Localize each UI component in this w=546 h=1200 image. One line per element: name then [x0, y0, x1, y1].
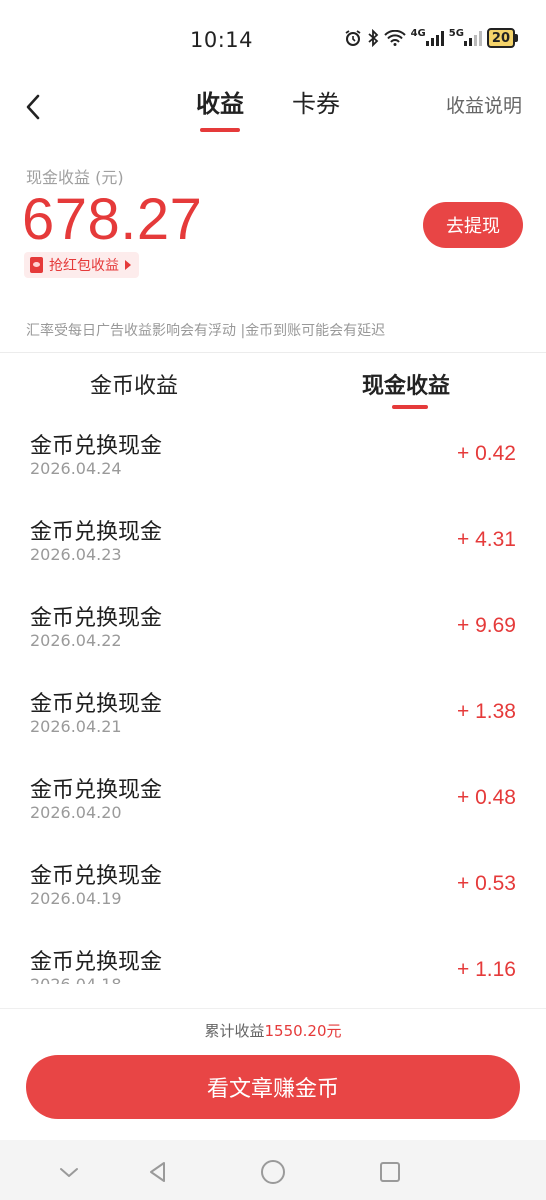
- record-date: 2026.04.19: [30, 889, 122, 908]
- status-time: 10:14: [190, 28, 254, 52]
- active-tab-indicator: [200, 128, 240, 132]
- red-packet-label: 抢红包收益: [49, 258, 119, 274]
- cellular-signal-2-icon: 5G: [448, 27, 482, 46]
- divider: [0, 352, 546, 353]
- subtab-coin-earnings[interactable]: 金币收益: [90, 368, 178, 400]
- triangle-back-icon: [150, 1162, 165, 1182]
- total-earnings: 累计收益1550.20元: [0, 1020, 546, 1041]
- record-title: 金币兑换现金: [30, 778, 163, 803]
- record-title: 金币兑换现金: [30, 434, 163, 459]
- record-amount: + 1.16: [457, 958, 516, 981]
- record-date: 2026.04.20: [30, 803, 122, 822]
- record-title: 金币兑换现金: [30, 692, 163, 717]
- earnings-record-list[interactable]: 金币兑换现金 2026.04.24 + 0.42 金币兑换现金 2026.04.…: [0, 412, 546, 984]
- record-title: 金币兑换现金: [30, 950, 163, 975]
- record-amount: + 0.42: [457, 442, 516, 465]
- battery-icon: 20: [486, 28, 518, 48]
- earnings-help-link[interactable]: 收益说明: [446, 91, 522, 118]
- nav-back-button[interactable]: [144, 1158, 172, 1186]
- exchange-rate-notice: 汇率受每日广告收益影响会有浮动 |金币到账可能会有延迟: [26, 323, 386, 339]
- read-articles-earn-coins-button[interactable]: 看文章赚金币: [26, 1055, 520, 1119]
- list-item: 金币兑换现金 2026.04.21 + 1.38: [0, 670, 546, 756]
- red-packet-icon: [30, 257, 43, 273]
- list-item: 金币兑换现金 2026.04.22 + 9.69: [0, 584, 546, 670]
- withdraw-button[interactable]: 去提现: [423, 202, 523, 248]
- record-date: 2026.04.22: [30, 631, 122, 650]
- cash-earnings-label: 现金收益 (元): [26, 168, 124, 187]
- tab-earnings[interactable]: 收益: [196, 84, 244, 119]
- record-date: 2026.04.21: [30, 717, 122, 736]
- back-button[interactable]: [18, 86, 48, 126]
- footer-divider: [0, 1008, 546, 1009]
- total-earnings-value: 1550.20元: [264, 1022, 342, 1040]
- list-item: 金币兑换现金 2026.04.18 + 1.16: [0, 928, 546, 984]
- bluetooth-icon: [367, 29, 379, 47]
- red-packet-earnings-link[interactable]: 抢红包收益: [24, 252, 139, 278]
- caret-right-icon: [125, 260, 131, 270]
- active-subtab-indicator: [392, 405, 428, 409]
- record-date: 2026.04.18: [30, 975, 122, 984]
- nav-recents-button[interactable]: [376, 1158, 404, 1186]
- list-item: 金币兑换现金 2026.04.20 + 0.48: [0, 756, 546, 842]
- status-icons: 4G 5G 20: [344, 28, 518, 48]
- battery-level: 20: [486, 28, 515, 48]
- network-type-2: 5G: [448, 27, 464, 39]
- record-amount: + 0.53: [457, 872, 516, 895]
- record-title: 金币兑换现金: [30, 520, 163, 545]
- record-amount: + 9.69: [457, 614, 516, 637]
- wifi-icon: [383, 30, 406, 46]
- nav-home-button[interactable]: [259, 1158, 287, 1186]
- total-earnings-label: 累计收益: [204, 1022, 265, 1040]
- nav-collapse-button[interactable]: [55, 1158, 83, 1186]
- square-recents-icon: [380, 1162, 400, 1182]
- status-bar: 10:14 4G 5G 20: [0, 0, 546, 80]
- circle-home-icon: [261, 1160, 285, 1184]
- tab-coupons[interactable]: 卡券: [292, 84, 340, 119]
- chevron-down-icon: [60, 1168, 78, 1177]
- cellular-signal-1-icon: 4G: [410, 27, 444, 46]
- alarm-icon: [344, 29, 362, 47]
- record-date: 2026.04.23: [30, 545, 122, 564]
- chevron-left-icon: [26, 94, 40, 120]
- record-amount: + 4.31: [457, 528, 516, 551]
- record-title: 金币兑换现金: [30, 606, 163, 631]
- record-date: 2026.04.24: [30, 459, 122, 478]
- network-type-1: 4G: [410, 27, 426, 39]
- header: 收益 卡券 收益说明: [0, 80, 546, 140]
- system-navigation-bar: [0, 1140, 546, 1200]
- record-title: 金币兑换现金: [30, 864, 163, 889]
- list-item: 金币兑换现金 2026.04.23 + 4.31: [0, 498, 546, 584]
- subtab-cash-earnings[interactable]: 现金收益: [362, 368, 450, 400]
- record-amount: + 0.48: [457, 786, 516, 809]
- list-item: 金币兑换现金 2026.04.19 + 0.53: [0, 842, 546, 928]
- cash-earnings-amount: 678.27: [22, 187, 203, 252]
- record-amount: + 1.38: [457, 700, 516, 723]
- list-item: 金币兑换现金 2026.04.24 + 0.42: [0, 412, 546, 498]
